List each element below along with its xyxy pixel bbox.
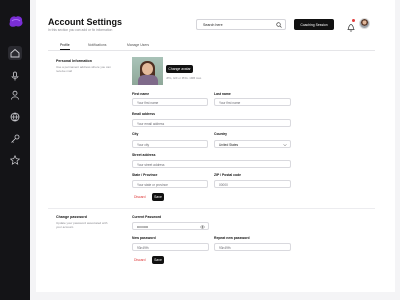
repeat-password-label: Repeat new password [214,236,250,240]
first-name-label: First name [132,92,150,96]
eye-icon[interactable] [200,225,205,229]
chevron-down-icon [283,143,287,146]
sidebar [0,0,30,300]
password-save-button[interactable]: Save [152,256,164,264]
user-icon [11,90,19,100]
city-label: City [132,132,139,136]
notification-dot [352,19,355,22]
page-title: Account Settings [48,17,123,27]
state-label: State / Province [132,173,158,177]
tab-bar: Profile Notifications Manage Users [48,43,375,51]
zip-label: ZIP / Postal code [214,173,242,177]
state-field[interactable]: Your state or province [132,180,208,188]
bell-icon [347,24,355,32]
profile-photo [132,57,163,85]
sidebar-item-globe[interactable] [8,110,22,124]
change-avatar-button[interactable]: Change avatar [166,65,193,73]
country-select[interactable]: United States [214,140,291,148]
search-icon [276,22,282,28]
current-password-label: Current Password [132,215,162,219]
city-field[interactable]: Your city [132,140,208,148]
sidebar-item-home[interactable] [8,46,22,60]
page-subtitle: In this section you can add or fix infor… [48,28,113,32]
microphone-icon [11,71,19,81]
first-name-field[interactable]: Your first name [132,98,208,106]
change-password-heading: Change password [56,215,87,219]
tab-profile[interactable]: Profile [60,43,70,50]
zip-field[interactable]: 00000 [214,180,291,188]
current-password-field[interactable]: •••••••••• [132,222,209,230]
current-password-value: •••••••••• [137,225,149,229]
new-password-field[interactable]: 93n49fh [132,243,209,251]
notifications-button[interactable] [346,19,356,32]
password-discard-button[interactable]: Discard [134,258,146,262]
sidebar-item-user[interactable] [8,88,22,102]
home-icon [10,48,20,58]
repeat-password-field[interactable]: 93n49fh [214,243,291,251]
logo-icon[interactable] [8,15,24,28]
globe-icon [10,112,20,122]
sidebar-item-key[interactable] [8,132,22,146]
street-label: Street address [132,153,156,157]
sidebar-item-star[interactable] [8,153,22,167]
search-placeholder: Search here [203,23,223,27]
street-field[interactable]: Your street address [132,160,291,168]
coaching-session-button[interactable]: Coaching Session [294,19,334,30]
avatar-hint: JPG, GIF or PNG. 1MB max. [166,76,202,80]
new-password-label: New password [132,236,156,240]
user-avatar[interactable] [359,18,370,29]
personal-info-heading: Personal Information [56,59,92,63]
search-input[interactable]: Search here [196,19,286,30]
section-divider [48,208,375,209]
save-button[interactable]: Save [152,193,164,201]
email-field[interactable]: Your email address [132,119,291,127]
personal-info-description: Use a permanent address where you can re… [56,65,111,73]
star-icon [10,155,20,165]
last-name-label: Last name [214,92,231,96]
country-label: Country [214,132,227,136]
change-password-description: Update your password associated with you… [56,221,108,229]
key-icon [11,134,20,143]
country-value: United States [219,143,239,147]
sidebar-item-microphone[interactable] [8,69,22,83]
email-label: Email address [132,112,155,116]
tab-manage-users[interactable]: Manage Users [127,43,149,47]
last-name-field[interactable]: Your first name [214,98,291,106]
tab-notifications[interactable]: Notifications [88,43,106,47]
discard-button[interactable]: Discard [134,195,146,199]
